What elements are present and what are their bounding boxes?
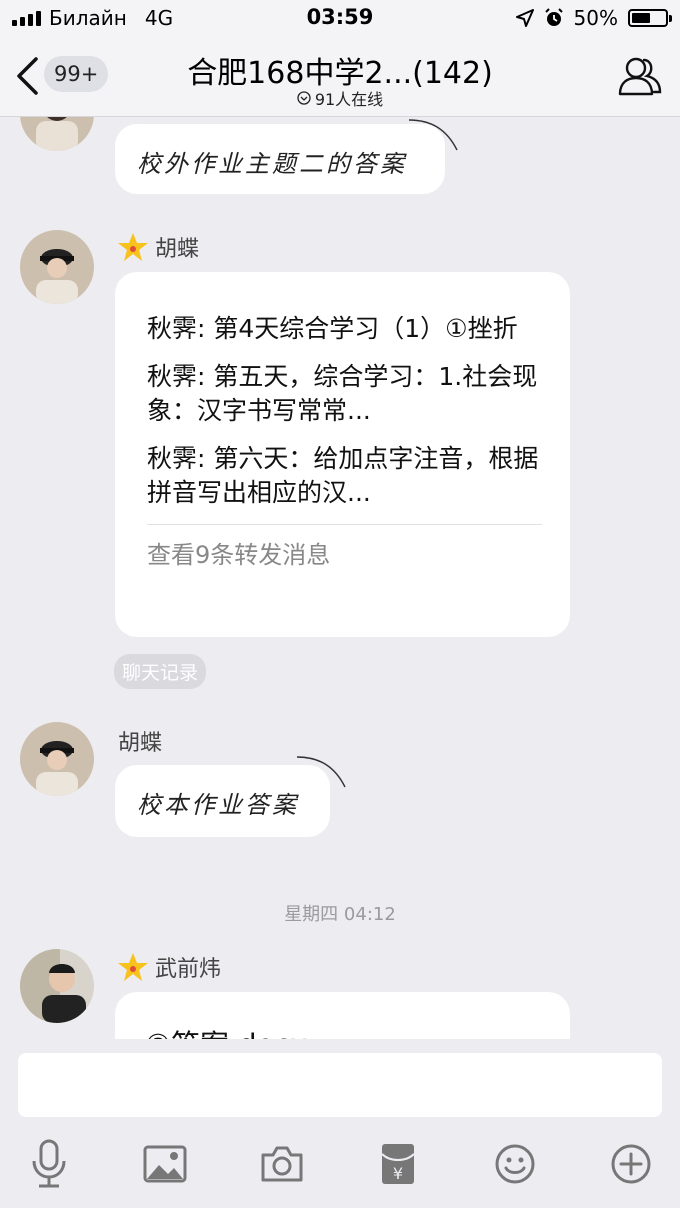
avatar[interactable] — [20, 230, 94, 304]
sender-name: 武前炜 — [117, 951, 221, 983]
forward-line: 秋霁: 第五天，综合学习：1.社会现象：汉字书写常常... — [147, 362, 538, 425]
file-name: ③答案.docx — [145, 1022, 307, 1039]
battery-icon — [628, 9, 672, 27]
forward-line: 秋霁: 第六天：给加点字注音，根据拼音写出相应的汉... — [147, 444, 539, 507]
online-status: 91人在线 — [0, 86, 680, 110]
sender-name: 胡蝶 — [117, 231, 199, 263]
alarm-icon — [544, 8, 563, 26]
forward-line: 秋霁: 第4天综合学习（1）①挫折 — [147, 314, 518, 343]
emoji-icon — [495, 1144, 535, 1184]
people-icon — [618, 57, 662, 96]
camera-button[interactable] — [257, 1139, 307, 1189]
message-text: 校外作业主题二的答案 — [137, 150, 407, 178]
timestamp: 星期四 04:12 — [284, 904, 396, 925]
chat-record-tag: 聊天记录 — [114, 654, 207, 689]
message-bubble[interactable]: 校外作业主题二的答案 — [115, 119, 458, 194]
avatar[interactable] — [20, 117, 94, 151]
status-bar: Билайн 4G 03:59 50% — [0, 0, 680, 38]
location-arrow-icon — [515, 9, 534, 27]
view-forwarded-link[interactable]: 查看9条转发消息 — [147, 524, 542, 570]
star-icon — [118, 953, 148, 981]
message-list[interactable]: 校外作业主题二的答案 胡蝶 秋霁: 第4天综合学习（1）①挫折 秋霁: 第五天，… — [0, 117, 680, 1039]
star-icon — [118, 233, 148, 261]
emoji-button[interactable] — [490, 1139, 540, 1189]
input-area: ¥ — [0, 1039, 680, 1208]
online-count: 91人在线 — [314, 90, 384, 109]
plus-icon — [611, 1144, 651, 1184]
message-text: 校本作业答案 — [137, 791, 299, 819]
message-bubble[interactable]: 校本作业答案 — [115, 756, 346, 837]
voice-button[interactable] — [24, 1139, 74, 1189]
chat-header: 99+ 合肥168中学2...(142) 91人在线 — [0, 38, 680, 117]
mic-icon — [32, 1139, 66, 1188]
avatar[interactable] — [20, 722, 94, 796]
red-packet-icon: ¥ — [381, 1144, 415, 1184]
image-icon — [143, 1145, 187, 1183]
sender-name: 胡蝶 — [118, 731, 163, 756]
camera-icon — [261, 1146, 303, 1182]
more-button[interactable] — [606, 1139, 656, 1189]
group-members-button[interactable] — [616, 52, 664, 100]
avatar[interactable] — [20, 949, 94, 1023]
battery-percent: 50% — [573, 6, 618, 30]
message-input[interactable] — [18, 1053, 662, 1117]
forwarded-records-card[interactable]: 秋霁: 第4天综合学习（1）①挫折 秋霁: 第五天，综合学习：1.社会现象：汉字… — [115, 272, 570, 637]
online-indicator-icon — [297, 91, 311, 105]
file-message-card[interactable]: ③答案.docx — [115, 992, 570, 1039]
svg-text:¥: ¥ — [393, 1164, 403, 1183]
red-packet-button[interactable]: ¥ — [373, 1139, 423, 1189]
image-button[interactable] — [140, 1139, 190, 1189]
